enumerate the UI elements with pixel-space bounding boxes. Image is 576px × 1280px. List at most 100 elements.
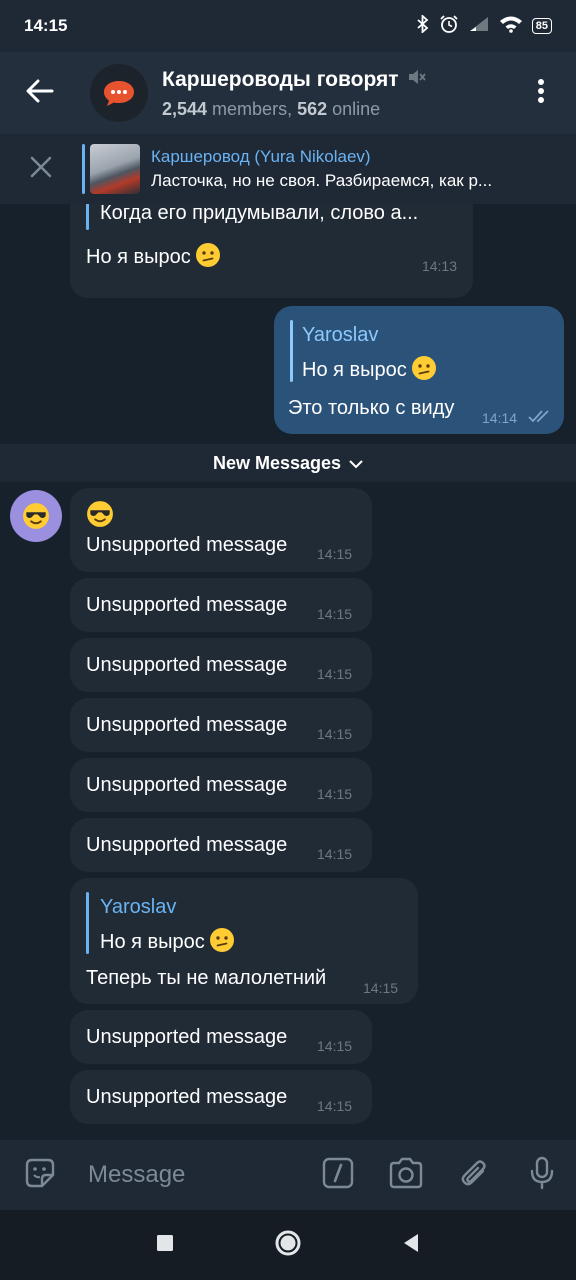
attach-button[interactable]: [440, 1140, 508, 1210]
confused-face-emoji-icon: [411, 355, 437, 381]
double-check-icon: [528, 409, 552, 428]
message-text: Unsupported message: [86, 594, 288, 616]
message-bubble[interactable]: Unsupported message 14:15: [70, 638, 372, 692]
paperclip-icon: [459, 1157, 489, 1194]
status-time: 14:15: [24, 16, 68, 35]
reply-quote-text-content: Но я вырос: [100, 931, 205, 953]
more-vert-icon: [537, 78, 545, 109]
message-text: Unsupported message: [86, 534, 288, 556]
message-time: 14:15: [317, 1038, 353, 1054]
message-text: Unsupported message: [86, 1026, 288, 1048]
message-bubble[interactable]: Unsupported message 14:15: [70, 578, 372, 632]
square-icon: [157, 1234, 173, 1251]
pinned-title: Каршеровод (Yura Nikolaev): [151, 147, 371, 166]
reply-quote-text-content: Но я вырос: [302, 359, 407, 381]
cool-face-emoji-icon: [86, 500, 114, 528]
arrow-left-icon: [26, 79, 54, 108]
emoji-sticker-icon: [24, 1157, 56, 1194]
chat-bubble-logo-icon: [104, 81, 134, 106]
bluetooth-icon: [416, 13, 430, 38]
message-bubble[interactable]: Yaroslav Но я вырос Теперь ты не малолет…: [70, 878, 418, 1004]
message-time: 14:15: [317, 726, 353, 742]
chat-title: Каршероводы говорят: [162, 67, 506, 93]
online-count: 562: [297, 98, 328, 119]
emoji-button[interactable]: [6, 1140, 74, 1210]
reply-quote-text: Но я вырос: [100, 927, 235, 954]
bot-commands-button[interactable]: [304, 1140, 372, 1210]
chat-info[interactable]: Каршероводы говорят 2,544 members, 562 o…: [162, 67, 506, 120]
message-text-content: Но я вырос: [86, 246, 191, 268]
pinned-texts: Каршеровод (Yura Nikolaev) Ласточка, но …: [151, 147, 492, 191]
message-time: 14:15: [317, 546, 353, 562]
message-text: Unsupported message: [86, 834, 288, 856]
alarm-icon: [439, 14, 459, 39]
chat-avatar[interactable]: [90, 64, 148, 122]
message-time: 14:15: [317, 606, 353, 622]
message-input[interactable]: Message: [88, 1161, 304, 1189]
message-text: Это только с виду: [288, 397, 455, 419]
back-nav-button[interactable]: [402, 1233, 420, 1258]
microphone-icon: [529, 1156, 555, 1195]
message-time: 14:15: [317, 786, 353, 802]
signal-icon: [468, 16, 490, 37]
confused-face-emoji-icon: [209, 927, 235, 953]
message-time: 14:14: [482, 410, 518, 426]
message-bubble[interactable]: Unsupported message 14:15: [70, 818, 372, 872]
reply-quote-bar: [86, 892, 89, 954]
reply-quote-text: Когда его придумывали, слово а...: [100, 204, 419, 224]
message-bubble-outgoing[interactable]: Yaroslav Но я вырос Это только с виду 14…: [274, 306, 564, 434]
home-button[interactable]: [274, 1229, 302, 1262]
members-label: members,: [207, 98, 298, 119]
confused-face-emoji-icon: [195, 242, 221, 268]
message-text: Unsupported message: [86, 714, 288, 736]
message-time: 14:15: [363, 980, 399, 996]
new-messages-label: New Messages: [212, 452, 342, 473]
message-bubble[interactable]: Unsupported message 14:15: [70, 488, 372, 572]
battery-indicator: 85: [531, 18, 552, 34]
pinned-close-button[interactable]: [0, 134, 82, 204]
message-bubble[interactable]: Unsupported message 14:15: [70, 698, 372, 752]
new-messages-divider: New Messages: [0, 444, 576, 482]
chat-subtitle: 2,544 members, 562 online: [162, 99, 506, 120]
message-bubble[interactable]: Unsupported message 14:15: [70, 758, 372, 812]
recents-button[interactable]: [156, 1234, 174, 1257]
triangle-back-icon: [404, 1233, 418, 1252]
message-bubble[interactable]: Unsupported message 14:15: [70, 1070, 372, 1124]
reply-quote-text: Но я вырос: [302, 355, 437, 382]
online-label: online: [327, 98, 381, 119]
pinned-accent-bar: [82, 144, 85, 194]
sender-avatar[interactable]: [10, 490, 62, 542]
status-bar: 14:15 85: [0, 0, 576, 52]
mute-icon: [407, 67, 427, 93]
message-text: Но я вырос: [86, 242, 221, 269]
reply-quote-bar: [290, 320, 293, 382]
message-input-bar: Message: [0, 1140, 576, 1210]
message-bubble[interactable]: Когда его придумывали, слово а... Но я в…: [70, 204, 473, 298]
voice-record-button[interactable]: [508, 1140, 576, 1210]
message-bubble[interactable]: Unsupported message 14:15: [70, 1010, 372, 1064]
close-icon: [30, 156, 52, 183]
pinned-message-bar[interactable]: Каршеровод (Yura Nikolaev) Ласточка, но …: [0, 134, 576, 204]
pinned-text: Ласточка, но не своя. Разбираемся, как р…: [151, 171, 493, 190]
message-list[interactable]: Когда его придумывали, слово а... Но я в…: [0, 204, 576, 1140]
chevron-down-icon: [349, 453, 363, 474]
message-text: Unsupported message: [86, 1086, 288, 1108]
chat-header: Каршероводы говорят 2,544 members, 562 o…: [0, 52, 576, 134]
back-button[interactable]: [0, 52, 80, 134]
camera-icon: [388, 1157, 424, 1194]
message-time: 14:15: [317, 666, 353, 682]
reply-quote-name: Yaroslav: [302, 324, 379, 346]
cool-face-emoji-icon: [22, 502, 50, 530]
circle-icon: [275, 1230, 301, 1255]
wifi-icon: [499, 15, 523, 38]
pinned-thumbnail: [90, 144, 140, 194]
camera-button[interactable]: [372, 1140, 440, 1210]
chat-title-text: Каршероводы говорят: [162, 67, 399, 91]
slash-command-icon: [322, 1157, 354, 1194]
members-count: 2,544: [162, 98, 208, 119]
message-text: Unsupported message: [86, 774, 288, 796]
message-time: 14:13: [421, 258, 457, 274]
reply-quote-bar: [86, 204, 89, 230]
message-time: 14:15: [317, 846, 353, 862]
more-menu-button[interactable]: [506, 52, 576, 134]
